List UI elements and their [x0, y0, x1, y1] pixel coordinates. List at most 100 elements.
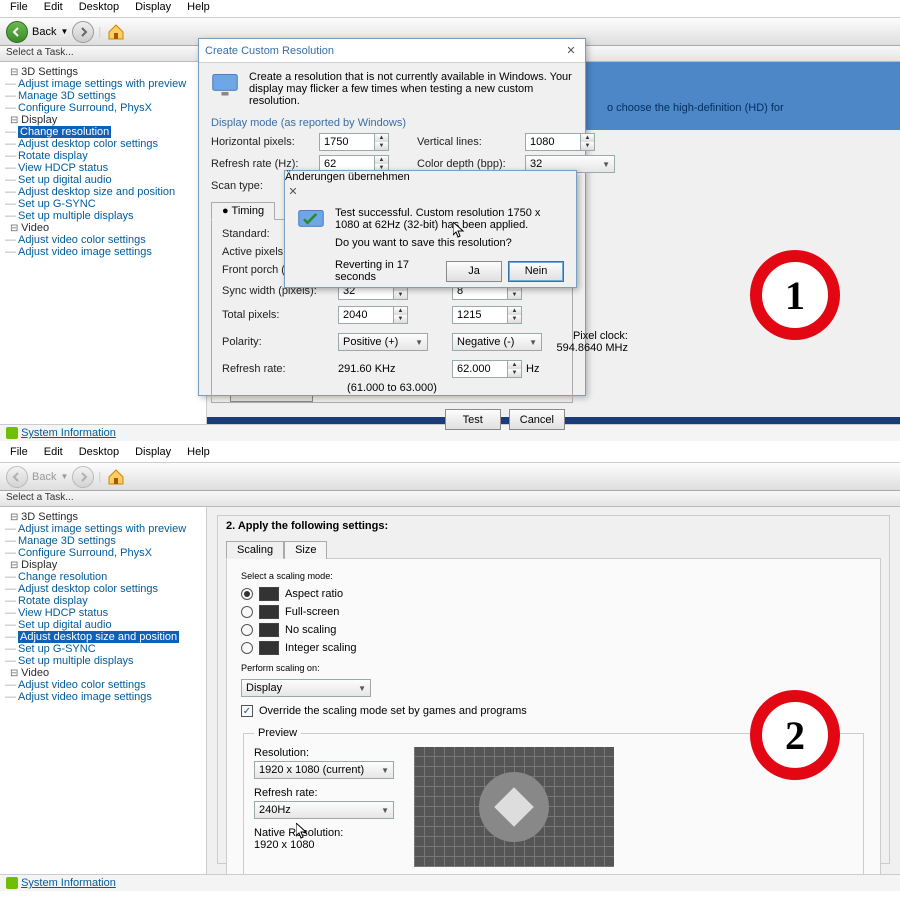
task-label: Select a Task...: [6, 47, 74, 58]
menu-file[interactable]: File: [4, 446, 34, 461]
tree-rotate[interactable]: Rotate display: [18, 150, 88, 162]
select-mode-label: Select a scaling mode:: [241, 571, 866, 581]
hpix-input[interactable]: 1750▲▼: [319, 133, 409, 151]
vlines-label: Vertical lines:: [417, 136, 517, 148]
system-information-link[interactable]: System Information: [21, 427, 116, 439]
tree-video-color[interactable]: Adjust video color settings: [18, 234, 146, 246]
chevron-down-icon: ▼: [602, 160, 610, 169]
task-label: Select a Task...: [6, 492, 74, 503]
range-hint: (61.000 to 63.000): [222, 382, 562, 394]
preview-box: [414, 747, 614, 867]
home-button[interactable]: [105, 466, 127, 488]
tree-video-image[interactable]: Adjust video image settings: [18, 246, 152, 258]
vlines-input[interactable]: 1080▲▼: [525, 133, 605, 151]
tree-display[interactable]: Display: [4, 559, 206, 571]
tree-adjust-image[interactable]: Adjust image settings with preview: [18, 523, 186, 535]
tree-3d-settings[interactable]: 3D Settings: [4, 66, 206, 78]
opt-full-screen[interactable]: Full-screen: [241, 605, 866, 619]
tree-video[interactable]: Video: [4, 667, 206, 679]
scaling-tab[interactable]: Scaling: [226, 541, 284, 559]
yes-button[interactable]: Ja: [446, 261, 502, 282]
close-button[interactable]: ✕: [563, 43, 579, 59]
total-a-input[interactable]: 2040▲▼: [338, 306, 428, 324]
menu-edit[interactable]: Edit: [38, 446, 69, 461]
total-b-input[interactable]: 1215▲▼: [452, 306, 542, 324]
back-dd-icon[interactable]: ▼: [60, 27, 68, 36]
menu-display[interactable]: Display: [129, 1, 177, 16]
tree-manage-3d[interactable]: Manage 3D settings: [18, 90, 116, 102]
radio-icon: [241, 588, 253, 600]
tree-display[interactable]: Display: [4, 114, 206, 126]
opt-no-scaling[interactable]: No scaling: [241, 623, 866, 637]
tree-digital-audio[interactable]: Set up digital audio: [18, 619, 112, 631]
hz-label: Hz: [526, 363, 539, 375]
home-button[interactable]: [105, 21, 127, 43]
tree-multi-display[interactable]: Set up multiple displays: [18, 210, 134, 222]
tree-change-resolution[interactable]: Change resolution: [18, 126, 111, 138]
tree-desktop-size[interactable]: Adjust desktop size and position: [18, 186, 175, 198]
native-res-label: Native Resolution:: [254, 827, 343, 839]
total-pixels-label: Total pixels:: [222, 309, 332, 321]
menu-display[interactable]: Display: [129, 446, 177, 461]
apply-dialog-title: Änderungen übernehmen: [285, 171, 410, 183]
tree-video-image[interactable]: Adjust video image settings: [18, 691, 152, 703]
dialog-info-text: Create a resolution that is not currentl…: [249, 71, 573, 107]
tree-change-resolution[interactable]: Change resolution: [18, 571, 107, 583]
radio-icon: [241, 642, 253, 654]
arrow-left-icon: [11, 471, 23, 483]
menu-help[interactable]: Help: [181, 1, 216, 16]
tree-adjust-image[interactable]: Adjust image settings with preview: [18, 78, 186, 90]
tree-gsync[interactable]: Set up G-SYNC: [18, 198, 96, 210]
tree-hdcp[interactable]: View HDCP status: [18, 607, 108, 619]
refresh-rate2-b-input[interactable]: 62.000▲▼: [452, 360, 522, 378]
menu-desktop[interactable]: Desktop: [73, 446, 125, 461]
no-button[interactable]: Nein: [508, 261, 564, 282]
size-tab[interactable]: Size: [284, 541, 327, 559]
refresh-rate-label: Refresh rate:: [254, 787, 394, 799]
tree-desktop-color[interactable]: Adjust desktop color settings: [18, 583, 158, 595]
test-button[interactable]: Test: [445, 409, 501, 430]
tree-video[interactable]: Video: [4, 222, 206, 234]
tree-configure-surround[interactable]: Configure Surround, PhysX: [18, 102, 152, 114]
tree-3d-settings[interactable]: 3D Settings: [4, 511, 206, 523]
back-button[interactable]: [6, 466, 28, 488]
system-information-link[interactable]: System Information: [21, 877, 116, 889]
opt-integer-scaling[interactable]: Integer scaling: [241, 641, 866, 655]
tree-desktop-size[interactable]: Adjust desktop size and position: [18, 631, 179, 643]
task-bar: Select a Task...: [0, 491, 900, 507]
arrow-right-icon: [77, 471, 89, 483]
polarity-a-combo[interactable]: Positive (+)▼: [338, 333, 428, 351]
perform-on-label: Perform scaling on:: [241, 663, 866, 673]
tree-video-color[interactable]: Adjust video color settings: [18, 679, 146, 691]
tree-manage-3d[interactable]: Manage 3D settings: [18, 535, 116, 547]
preview-legend: Preview: [254, 727, 301, 739]
forward-button[interactable]: [72, 466, 94, 488]
tree-multi-display[interactable]: Set up multiple displays: [18, 655, 134, 667]
opt-aspect-ratio[interactable]: Aspect ratio: [241, 587, 866, 601]
tree-desktop-color[interactable]: Adjust desktop color settings: [18, 138, 158, 150]
home-icon: [107, 23, 125, 41]
home-icon: [107, 468, 125, 486]
cancel-button[interactable]: Cancel: [509, 409, 565, 430]
menu-help[interactable]: Help: [181, 446, 216, 461]
tree-hdcp[interactable]: View HDCP status: [18, 162, 108, 174]
perform-on-combo[interactable]: Display▼: [241, 679, 371, 697]
callout-1: 1: [750, 250, 840, 340]
tree-configure-surround[interactable]: Configure Surround, PhysX: [18, 547, 152, 559]
tree-digital-audio[interactable]: Set up digital audio: [18, 174, 112, 186]
refresh-rate-combo[interactable]: 240Hz▼: [254, 801, 394, 819]
tree-gsync[interactable]: Set up G-SYNC: [18, 643, 96, 655]
tree-rotate[interactable]: Rotate display: [18, 595, 88, 607]
checkbox-icon: ✓: [241, 705, 253, 717]
close-button[interactable]: ✕: [285, 183, 301, 199]
menu-desktop[interactable]: Desktop: [73, 1, 125, 16]
forward-button[interactable]: [72, 21, 94, 43]
back-dd-icon[interactable]: ▼: [60, 472, 68, 481]
menu-file[interactable]: File: [4, 1, 34, 16]
depth-label: Color depth (bpp):: [417, 158, 517, 170]
resolution-combo[interactable]: 1920 x 1080 (current)▼: [254, 761, 394, 779]
timing-tab[interactable]: ● Timing: [211, 202, 275, 220]
polarity-b-combo[interactable]: Negative (-)▼: [452, 333, 542, 351]
menu-edit[interactable]: Edit: [38, 1, 69, 16]
back-button[interactable]: [6, 21, 28, 43]
